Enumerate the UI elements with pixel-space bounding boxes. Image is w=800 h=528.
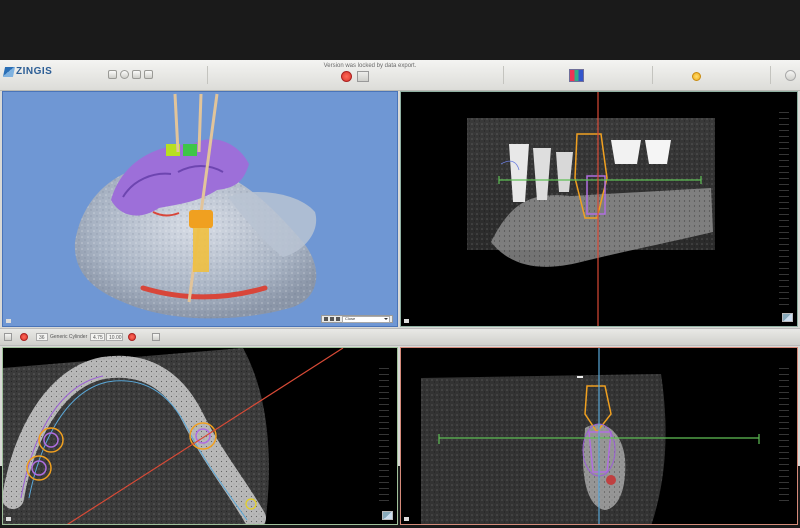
viewport-corner-icon (6, 319, 11, 323)
thumbnail-icon[interactable] (782, 313, 793, 322)
rotate-icon[interactable] (324, 317, 328, 321)
toolbar-separator (652, 66, 653, 84)
viewport-corner-icon (404, 319, 409, 323)
options-icon[interactable] (152, 333, 160, 341)
pan-icon[interactable] (330, 317, 334, 321)
toolbar-separator (207, 66, 208, 84)
toolbar-left-group (108, 70, 153, 79)
viewport-corner-icon (6, 517, 11, 521)
chart-icon[interactable] (569, 69, 584, 82)
lock-notice: Version was locked by data export. (323, 63, 417, 69)
viewport-panoramic[interactable] (400, 91, 798, 327)
grid-icon[interactable] (108, 70, 117, 79)
implant-name: Generic Cylinder (50, 334, 88, 340)
scale-ruler (379, 368, 389, 504)
implant-crown-green (183, 144, 197, 156)
guide-pin (173, 93, 180, 153)
top-toolbar: ZINGIS Version was locked by data export… (0, 60, 800, 91)
cross-section-ct-slice (421, 348, 760, 524)
app-logo: ZINGIS (2, 66, 53, 82)
viewport-corner-icon (404, 517, 409, 521)
view-select[interactable]: Close (342, 315, 390, 323)
panoramic-ct-slice (467, 92, 715, 326)
image-icon[interactable] (357, 71, 369, 82)
implant-id[interactable]: 36 (36, 333, 48, 341)
toolbar-separator (770, 66, 771, 84)
delete-icon[interactable] (20, 333, 28, 341)
implant-length[interactable]: 10.00 (106, 333, 123, 341)
implant-orange (189, 210, 213, 228)
viewport-axial[interactable] (2, 347, 398, 525)
settings-icon[interactable] (144, 70, 153, 79)
info-icon[interactable] (120, 70, 129, 79)
implant-diameter[interactable]: 4.75 (90, 333, 105, 341)
viewport-3d[interactable]: Close (2, 91, 398, 327)
implant-toolbar: 36 Generic Cylinder 4.75 10.00 (0, 328, 800, 346)
remove-icon[interactable] (128, 333, 136, 341)
thumbnail-icon[interactable] (382, 511, 393, 520)
record-icon[interactable] (132, 70, 141, 79)
scale-ruler (779, 112, 789, 306)
list-icon[interactable] (4, 333, 12, 341)
jaw-3d-render (74, 93, 317, 319)
axial-ct-slice (3, 348, 344, 524)
view-control[interactable]: Close (321, 315, 393, 323)
nerve-section (606, 475, 616, 485)
scale-ruler (779, 368, 789, 504)
lock-icon[interactable] (341, 71, 352, 82)
toolbar-separator (503, 66, 504, 84)
sun-icon[interactable] (692, 72, 701, 81)
logo-text: ZINGIS (16, 66, 53, 77)
viewport-cross-section[interactable] (400, 347, 798, 525)
planning-app: ZINGIS Version was locked by data export… (0, 60, 800, 525)
logo-mark-icon (2, 67, 16, 77)
zoom-icon[interactable] (336, 317, 340, 321)
power-icon[interactable] (785, 70, 796, 81)
